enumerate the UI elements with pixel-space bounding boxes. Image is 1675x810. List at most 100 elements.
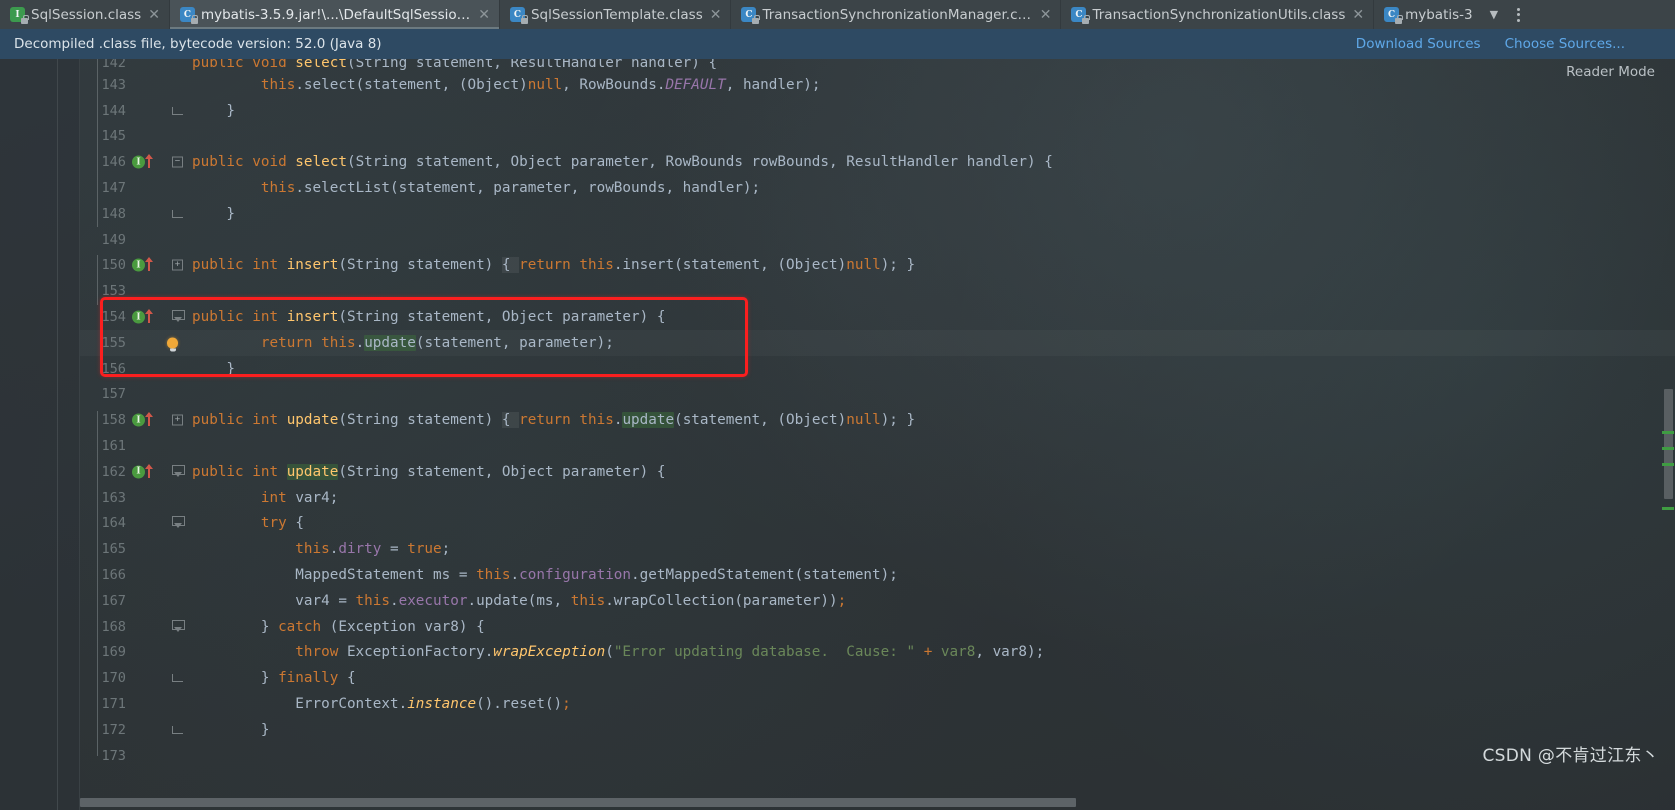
line-number: 163 — [101, 489, 126, 506]
code-line[interactable]: 156 } — [80, 356, 1675, 382]
code-line[interactable]: 165 this.dirty = true; — [80, 536, 1675, 562]
line-number: 172 — [101, 721, 126, 738]
lock-badge-icon — [190, 15, 199, 24]
line-number: 154 — [101, 309, 126, 326]
code-text: public void select(String statement, Res… — [192, 59, 718, 71]
editor-tab-sqlsessiontemplate[interactable]: C SqlSessionTemplate.class ✕ — [500, 0, 732, 29]
tab-label: TransactionSynchronizationManager.class — [762, 6, 1033, 23]
code-line[interactable]: 158 I + public int update(String stateme… — [80, 407, 1675, 433]
line-number: 161 — [101, 438, 126, 455]
vertical-scrollbar-thumb[interactable] — [1664, 389, 1673, 499]
line-number: 155 — [101, 334, 126, 351]
line-number: 156 — [101, 360, 126, 377]
horizontal-scrollbar[interactable] — [80, 798, 1661, 807]
code-line[interactable]: 167 var4 = this.executor.update(ms, this… — [80, 588, 1675, 614]
code-line[interactable]: 142 public void select(String statement,… — [80, 59, 1675, 72]
implemented-method-icon[interactable]: I — [132, 258, 145, 272]
code-line-cursor[interactable]: 155 return this.update(statement, parame… — [80, 330, 1675, 356]
code-line[interactable]: 170 } finally { — [80, 665, 1675, 691]
close-icon[interactable]: ✕ — [477, 8, 491, 22]
code-text: ErrorContext.instance().reset(); — [295, 696, 571, 713]
code-line[interactable]: 161 — [80, 433, 1675, 459]
implemented-method-icon[interactable]: I — [132, 155, 145, 169]
code-fold-icon[interactable] — [172, 310, 185, 324]
code-line[interactable]: 146 I − public void select(String statem… — [80, 149, 1675, 175]
kebab-menu-icon[interactable] — [1507, 0, 1530, 29]
code-line[interactable]: 153 — [80, 278, 1675, 304]
code-line[interactable]: 148 } — [80, 201, 1675, 227]
close-icon[interactable]: ✕ — [1351, 8, 1365, 22]
chevron-down-icon[interactable]: ▼ — [1481, 0, 1507, 29]
code-line[interactable]: 163 int var4; — [80, 485, 1675, 511]
change-marker — [1662, 463, 1674, 466]
code-lines-container[interactable]: 142 public void select(String statement,… — [80, 59, 1675, 810]
close-icon[interactable]: ✕ — [147, 8, 161, 22]
code-line[interactable]: 169 throw ExceptionFactory.wrapException… — [80, 640, 1675, 666]
code-text: } catch (Exception var8) { — [192, 618, 485, 635]
code-line[interactable]: 144 } — [80, 98, 1675, 124]
code-line[interactable]: 143 this.select(statement, (Object)null,… — [80, 72, 1675, 98]
tab-label: SqlSessionTemplate.class — [530, 6, 703, 23]
code-fold-icon[interactable]: + — [172, 414, 183, 426]
code-editor[interactable]: 142 public void select(String statement,… — [0, 59, 1675, 810]
line-number: 143 — [101, 76, 126, 93]
code-text: } — [192, 360, 236, 377]
tab-label: TransactionSynchronizationUtils.class — [1092, 6, 1346, 23]
implemented-method-icon[interactable]: I — [132, 413, 145, 427]
code-text: public int update(String statement, Obje… — [192, 463, 666, 480]
choose-sources-link[interactable]: Choose Sources... — [1505, 36, 1625, 52]
editor-gutter[interactable] — [0, 59, 80, 810]
code-fold-icon[interactable] — [172, 674, 183, 683]
line-number: 162 — [101, 463, 126, 480]
implemented-method-icon[interactable]: I — [132, 310, 145, 324]
code-fold-icon[interactable] — [172, 725, 183, 734]
code-text: } finally { — [192, 670, 356, 687]
code-fold-icon[interactable]: − — [172, 156, 183, 168]
line-number: 147 — [101, 180, 126, 197]
code-line[interactable]: 162 I public int update(String statement… — [80, 459, 1675, 485]
lock-badge-icon — [520, 15, 529, 24]
banner-message: Decompiled .class file, bytecode version… — [14, 36, 382, 52]
change-marker — [1662, 447, 1674, 450]
editor-tab-transactionsynchronizationmanager[interactable]: C TransactionSynchronizationManager.clas… — [731, 0, 1062, 29]
close-icon[interactable]: ✕ — [709, 8, 723, 22]
code-fold-icon[interactable] — [172, 209, 183, 218]
download-sources-link[interactable]: Download Sources — [1356, 36, 1481, 52]
line-number: 165 — [101, 541, 126, 558]
code-fold-icon[interactable] — [172, 106, 183, 115]
editor-tab-bar: I SqlSession.class ✕ C mybatis-3.5.9.jar… — [0, 0, 1675, 29]
line-number: 148 — [101, 205, 126, 222]
code-line[interactable]: 173 — [80, 743, 1675, 769]
code-text: } — [192, 721, 270, 738]
code-line[interactable]: 149 — [80, 227, 1675, 253]
code-line[interactable]: 168 } catch (Exception var8) { — [80, 614, 1675, 640]
editor-tab-defaultsqlsession[interactable]: C mybatis-3.5.9.jar!\...\DefaultSqlSessi… — [169, 0, 500, 29]
code-line[interactable]: 154 I public int insert(String statement… — [80, 304, 1675, 330]
code-fold-icon[interactable]: + — [172, 259, 183, 271]
class-icon: C — [1384, 7, 1403, 24]
code-fold-icon[interactable] — [172, 619, 185, 634]
reader-mode-label[interactable]: Reader Mode — [1566, 64, 1655, 80]
code-line[interactable]: 150 I + public int insert(String stateme… — [80, 253, 1675, 279]
code-line[interactable]: 145 — [80, 124, 1675, 150]
editor-tab-mybatis-partial[interactable]: C mybatis-3 — [1374, 0, 1481, 29]
line-number: 169 — [101, 644, 126, 661]
code-line[interactable]: 157 — [80, 382, 1675, 408]
implemented-method-icon[interactable]: I — [132, 465, 145, 479]
horizontal-scrollbar-thumb[interactable] — [80, 798, 1077, 807]
code-fold-icon[interactable] — [172, 464, 185, 479]
code-line[interactable]: 164 try { — [80, 511, 1675, 537]
code-line[interactable]: 171 ErrorContext.instance().reset(); — [80, 691, 1675, 717]
vertical-scrollbar[interactable] — [1661, 59, 1675, 790]
code-fold-icon[interactable] — [172, 516, 185, 530]
code-line[interactable]: 172 } — [80, 717, 1675, 743]
line-number: 142 — [101, 59, 126, 71]
code-text: return this.update(statement, parameter)… — [260, 334, 614, 351]
editor-tab-sqlsession[interactable]: I SqlSession.class ✕ — [0, 0, 170, 29]
code-line[interactable]: 166 MappedStatement ms = this.configurat… — [80, 562, 1675, 588]
line-number: 144 — [101, 102, 126, 119]
intention-bulb-icon[interactable] — [167, 337, 178, 352]
code-line[interactable]: 147 this.selectList(statement, parameter… — [80, 175, 1675, 201]
close-icon[interactable]: ✕ — [1039, 8, 1053, 22]
editor-tab-transactionsynchronizationutils[interactable]: C TransactionSynchronizationUtils.class … — [1061, 0, 1375, 29]
